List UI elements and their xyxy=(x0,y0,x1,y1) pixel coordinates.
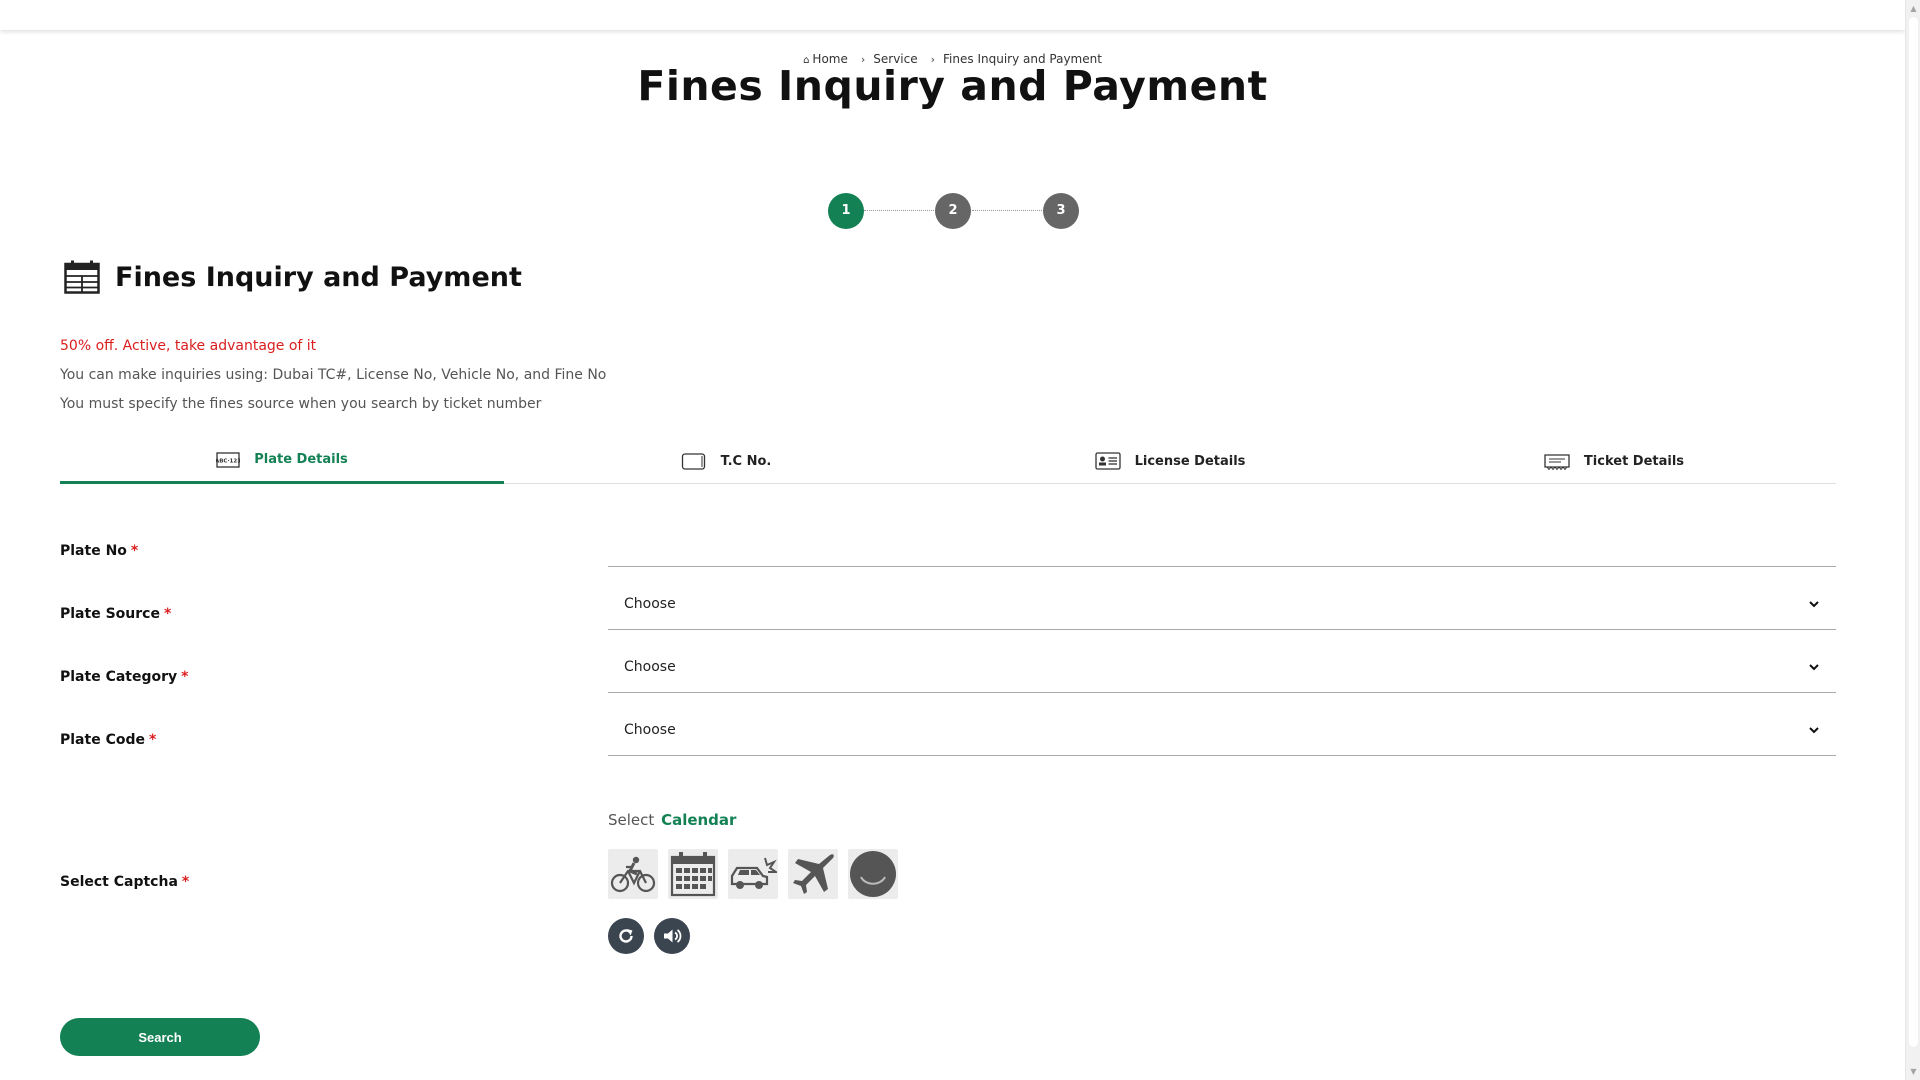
circle-icon xyxy=(850,851,896,897)
captcha-option-car-crash[interactable] xyxy=(728,849,778,899)
vertical-scrollbar[interactable]: ▲ ▼ xyxy=(1905,0,1920,1080)
captcha-option-airplane[interactable] xyxy=(788,849,838,899)
bicycle-icon xyxy=(610,856,656,893)
plate-category-select[interactable]: Choose xyxy=(608,641,1836,693)
page-title: Fines Inquiry and Payment xyxy=(637,62,1268,110)
label-text: Plate No xyxy=(60,543,127,559)
tab-label: Ticket Details xyxy=(1583,453,1685,469)
chevron-down-icon xyxy=(1809,663,1819,670)
captcha-option-calendar[interactable] xyxy=(668,849,718,899)
tab-label: Plate Details xyxy=(254,452,348,467)
step-connector xyxy=(972,210,1044,211)
tab-label: T.C No. xyxy=(720,453,772,469)
captcha-target: Calendar xyxy=(661,811,737,829)
label-text: Plate Source xyxy=(60,606,160,622)
card-icon xyxy=(681,453,705,470)
required-mark: * xyxy=(181,874,190,890)
plate-code-select[interactable]: Choose xyxy=(608,704,1836,756)
chevron-down-icon xyxy=(1809,726,1819,733)
ticket-icon xyxy=(1544,454,1570,471)
promo-text: 50% off. Active, take advantage of it xyxy=(60,338,317,354)
top-bar xyxy=(0,0,1905,30)
label-text: Plate Category xyxy=(60,669,178,685)
chevron-down-icon xyxy=(1809,600,1819,607)
scroll-thumb[interactable] xyxy=(1909,17,1918,1047)
captcha-label: Select Captcha * xyxy=(60,874,189,890)
tab-label: License Details xyxy=(1134,453,1246,469)
calendar-icon xyxy=(64,260,100,294)
captcha-prompt: Select Calendar xyxy=(608,811,736,829)
plate-no-input[interactable] xyxy=(608,515,1836,566)
tab-plate-details[interactable]: ABC·123 Plate Details xyxy=(60,438,504,484)
plate-source-label: Plate Source * xyxy=(60,606,171,622)
plate-no-field xyxy=(608,515,1836,567)
search-type-tabs: ABC·123 Plate Details T.C No. License De… xyxy=(60,438,1836,484)
plate-no-label: Plate No * xyxy=(60,543,138,559)
step-3: 3 xyxy=(1043,193,1079,229)
progress-stepper: 1 2 3 xyxy=(828,193,1079,229)
step-2: 2 xyxy=(935,193,971,229)
label-text: Select Captcha xyxy=(60,874,178,890)
step-1: 1 xyxy=(828,193,864,229)
airplane-icon xyxy=(793,854,834,894)
scroll-down-arrow-icon[interactable]: ▼ xyxy=(1906,1063,1920,1080)
captcha-option-bicycle[interactable] xyxy=(608,849,658,899)
plate-icon: ABC·123 xyxy=(216,451,240,468)
svg-text:ABC·123: ABC·123 xyxy=(216,458,240,464)
required-mark: * xyxy=(148,732,157,748)
required-mark: * xyxy=(130,543,139,559)
tab-ticket-details[interactable]: Ticket Details xyxy=(1392,438,1836,484)
select-value: Choose xyxy=(624,595,676,612)
select-value: Choose xyxy=(624,658,676,675)
plate-source-select[interactable]: Choose xyxy=(608,578,1836,630)
select-value: Choose xyxy=(624,721,676,738)
captcha-option-circle[interactable] xyxy=(848,849,898,899)
search-button[interactable]: Search xyxy=(60,1018,260,1056)
speaker-icon xyxy=(664,929,682,943)
plate-category-label: Plate Category * xyxy=(60,669,188,685)
license-icon xyxy=(1094,452,1121,470)
tab-license-details[interactable]: License Details xyxy=(948,438,1392,484)
required-mark: * xyxy=(163,606,172,622)
info-text: You can make inquiries using: Dubai TC#,… xyxy=(60,367,607,383)
car-crash-icon xyxy=(730,857,777,889)
captcha-audio-button[interactable] xyxy=(654,918,690,954)
step-connector xyxy=(864,210,936,211)
tab-tc-no[interactable]: T.C No. xyxy=(504,438,948,484)
captcha-prompt-prefix: Select xyxy=(608,811,655,829)
required-mark: * xyxy=(181,669,189,685)
captcha-refresh-button[interactable] xyxy=(608,918,644,954)
info-text: You must specify the fines source when y… xyxy=(60,396,542,412)
section-title: Fines Inquiry and Payment xyxy=(115,262,522,293)
scroll-up-arrow-icon[interactable]: ▲ xyxy=(1906,0,1920,17)
calendar-icon xyxy=(670,852,716,897)
refresh-icon xyxy=(619,929,633,943)
label-text: Plate Code xyxy=(60,732,145,748)
plate-code-label: Plate Code * xyxy=(60,732,156,748)
